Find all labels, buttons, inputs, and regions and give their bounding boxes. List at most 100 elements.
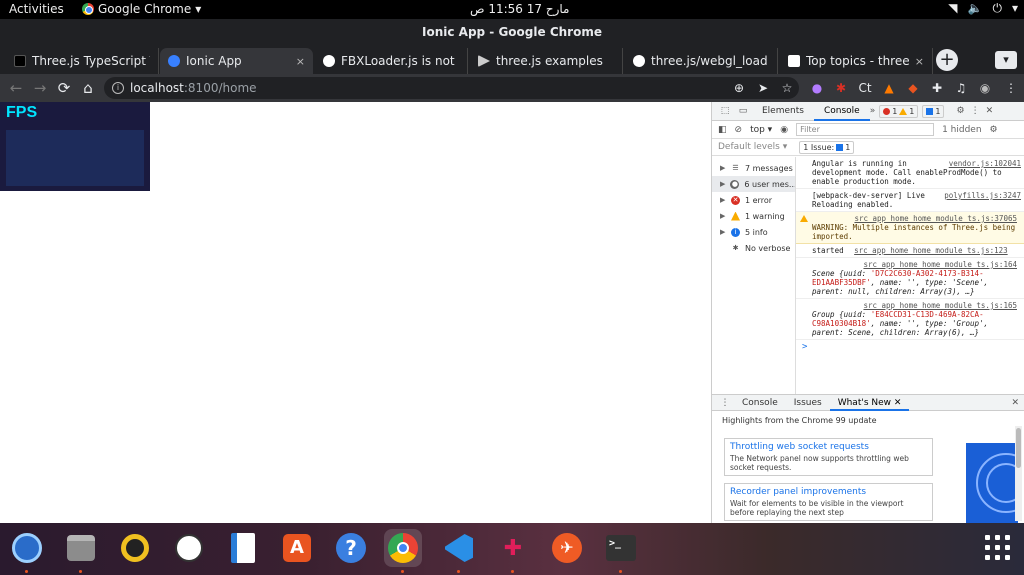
card-title[interactable]: Throttling web socket requests: [730, 442, 927, 452]
fps-stats-panel[interactable]: FPS: [0, 102, 150, 191]
bookmark-star-icon[interactable]: ☆: [778, 79, 796, 97]
source-link[interactable]: vendor.js:102041: [949, 159, 1021, 168]
extension-icon[interactable]: ●: [808, 79, 826, 97]
slack-icon[interactable]: ✚: [494, 529, 532, 567]
show-applications-icon[interactable]: [985, 535, 1011, 561]
scrollbar[interactable]: [1015, 426, 1022, 521]
menu-icon[interactable]: ⋮: [1002, 79, 1020, 97]
back-button[interactable]: ←: [6, 78, 26, 98]
close-icon[interactable]: ✕: [986, 106, 994, 116]
console-object-message[interactable]: src_app_home_home_module_ts.js:165 Group…: [796, 299, 1024, 340]
extension-icon[interactable]: Ct: [856, 79, 874, 97]
avatar[interactable]: ◉: [976, 79, 994, 97]
files-icon[interactable]: [62, 529, 100, 567]
rhythmbox-icon[interactable]: [116, 529, 154, 567]
tab-console[interactable]: Console: [813, 102, 870, 121]
eye-icon[interactable]: ◉: [780, 125, 788, 135]
message-text: [webpack-dev-server] Live Reloading enab…: [812, 191, 925, 209]
gear-icon[interactable]: ⚙: [956, 106, 964, 116]
gear-icon[interactable]: ⚙: [990, 125, 998, 135]
zoom-icon[interactable]: ⊕: [730, 79, 748, 97]
tab-active[interactable]: Ionic App ×: [160, 48, 313, 74]
close-icon[interactable]: ✕: [1011, 398, 1019, 408]
console-prompt[interactable]: >: [796, 340, 1024, 354]
tab-label: Three.js TypeScript T: [32, 54, 150, 68]
site-info-icon[interactable]: i: [112, 82, 124, 94]
tab-elements[interactable]: Elements: [752, 102, 814, 121]
tab-drawer-console[interactable]: Console: [734, 395, 786, 411]
media-icon[interactable]: ♫: [952, 79, 970, 97]
vscode-icon[interactable]: [440, 529, 478, 567]
device-toolbar-icon[interactable]: ▭: [734, 106, 752, 116]
tab[interactable]: Three.js TypeScript T: [6, 48, 159, 74]
sidebar-item-info[interactable]: ▶ i 5 info: [712, 224, 795, 240]
inkscape-icon[interactable]: [170, 529, 208, 567]
running-indicator: [79, 570, 82, 573]
help-icon[interactable]: ?: [332, 529, 370, 567]
chrome-icon[interactable]: [384, 529, 422, 567]
clear-console-icon[interactable]: ⊘: [735, 125, 743, 135]
inspect-icon[interactable]: ⬚: [716, 106, 734, 116]
kebab-menu-icon[interactable]: ⋮: [971, 106, 980, 116]
tab-whats-new[interactable]: What's New ✕: [829, 395, 910, 411]
tab[interactable]: FBXLoader.js is not l: [315, 48, 468, 74]
scrollbar-thumb[interactable]: [1016, 428, 1021, 468]
card-title[interactable]: Recorder panel improvements: [730, 487, 927, 497]
source-link[interactable]: src_app_home_home_module_ts.js:165: [863, 301, 1017, 310]
sidebar-toggle-icon[interactable]: ◧: [718, 125, 727, 135]
tab-search-button[interactable]: ▾: [995, 51, 1017, 69]
source-link[interactable]: src_app_home_home_module_ts.js:37065: [854, 214, 1017, 223]
console-output[interactable]: vendor.js:102041 Angular is running in d…: [796, 157, 1024, 394]
sidebar-item-warnings[interactable]: ▶ 1 warning: [712, 208, 795, 224]
info-badge[interactable]: 1: [922, 104, 945, 118]
extension-icon[interactable]: ◆: [904, 79, 922, 97]
address-bar[interactable]: i localhost:8100/home: [104, 77, 799, 99]
extension-icon[interactable]: ▲: [880, 79, 898, 97]
system-tray[interactable]: ◥ 🔈 ⏻ ▾: [948, 1, 1018, 16]
source-link[interactable]: src_app_home_home_module_ts.js:123: [854, 246, 1008, 255]
close-icon[interactable]: ×: [296, 55, 305, 68]
sidebar-item-messages[interactable]: ▶ ☰ 7 messages: [712, 160, 795, 176]
tab[interactable]: three.js/webgl_load: [625, 48, 778, 74]
thunderbird-icon[interactable]: [8, 529, 46, 567]
new-tab-button[interactable]: +: [936, 49, 958, 71]
warning-count: 1: [909, 106, 915, 116]
source-link[interactable]: polyfills.js:3247: [944, 191, 1021, 200]
tab-drawer-issues[interactable]: Issues: [786, 395, 830, 411]
sidebar-item-errors[interactable]: ▶ ✕ 1 error: [712, 192, 795, 208]
sidebar-item-user-messages[interactable]: ▶ ● 6 user mes...: [712, 176, 795, 192]
home-button[interactable]: ⌂: [78, 78, 98, 98]
default-levels-dropdown[interactable]: Default levels ▾: [718, 142, 787, 152]
terminal-icon[interactable]: >_: [602, 529, 640, 567]
activities-button[interactable]: Activities: [9, 2, 64, 16]
context-selector[interactable]: top ▾: [750, 125, 772, 135]
sidebar-item-verbose[interactable]: ✱ No verbose: [712, 240, 795, 256]
close-icon[interactable]: ×: [915, 55, 924, 68]
whats-new-card[interactable]: Throttling web socket requests The Netwo…: [724, 438, 933, 476]
clock[interactable]: مارح 17 11:56 ص: [470, 2, 569, 16]
source-link[interactable]: src_app_home_home_module_ts.js:164: [863, 260, 1017, 269]
highlights-heading: Highlights from the Chrome 99 update: [722, 416, 877, 425]
kebab-menu-icon[interactable]: ⋮: [716, 398, 734, 408]
whats-new-card[interactable]: Recorder panel improvements Wait for ele…: [724, 483, 933, 521]
console-object-message[interactable]: src_app_home_home_module_ts.js:164 Scene…: [796, 258, 1024, 299]
send-icon[interactable]: ➤: [754, 79, 772, 97]
chevron-down-icon: ▾: [1011, 1, 1018, 15]
forward-button[interactable]: →: [30, 78, 50, 98]
list-icon: ☰: [732, 164, 739, 172]
tab[interactable]: three.js examples: [470, 48, 623, 74]
software-center-icon[interactable]: A: [278, 529, 316, 567]
extensions-puzzle-icon[interactable]: ✚: [928, 79, 946, 97]
close-icon[interactable]: ✕: [894, 398, 902, 408]
libreoffice-writer-icon[interactable]: [224, 529, 262, 567]
app-menu[interactable]: Google Chrome ▾: [82, 2, 201, 16]
tab[interactable]: Top topics - three.js ×: [780, 48, 933, 74]
extension-icon[interactable]: ✱: [832, 79, 850, 97]
issues-button[interactable]: 1 Issue: 1: [799, 140, 855, 154]
more-tabs-icon[interactable]: »: [870, 106, 876, 116]
error-warning-badge[interactable]: 1 1: [879, 104, 919, 118]
filter-input[interactable]: Filter: [796, 123, 935, 136]
postman-icon[interactable]: ✈: [548, 529, 586, 567]
reload-button[interactable]: ⟳: [54, 78, 74, 98]
page-viewport[interactable]: FPS: [0, 102, 711, 523]
